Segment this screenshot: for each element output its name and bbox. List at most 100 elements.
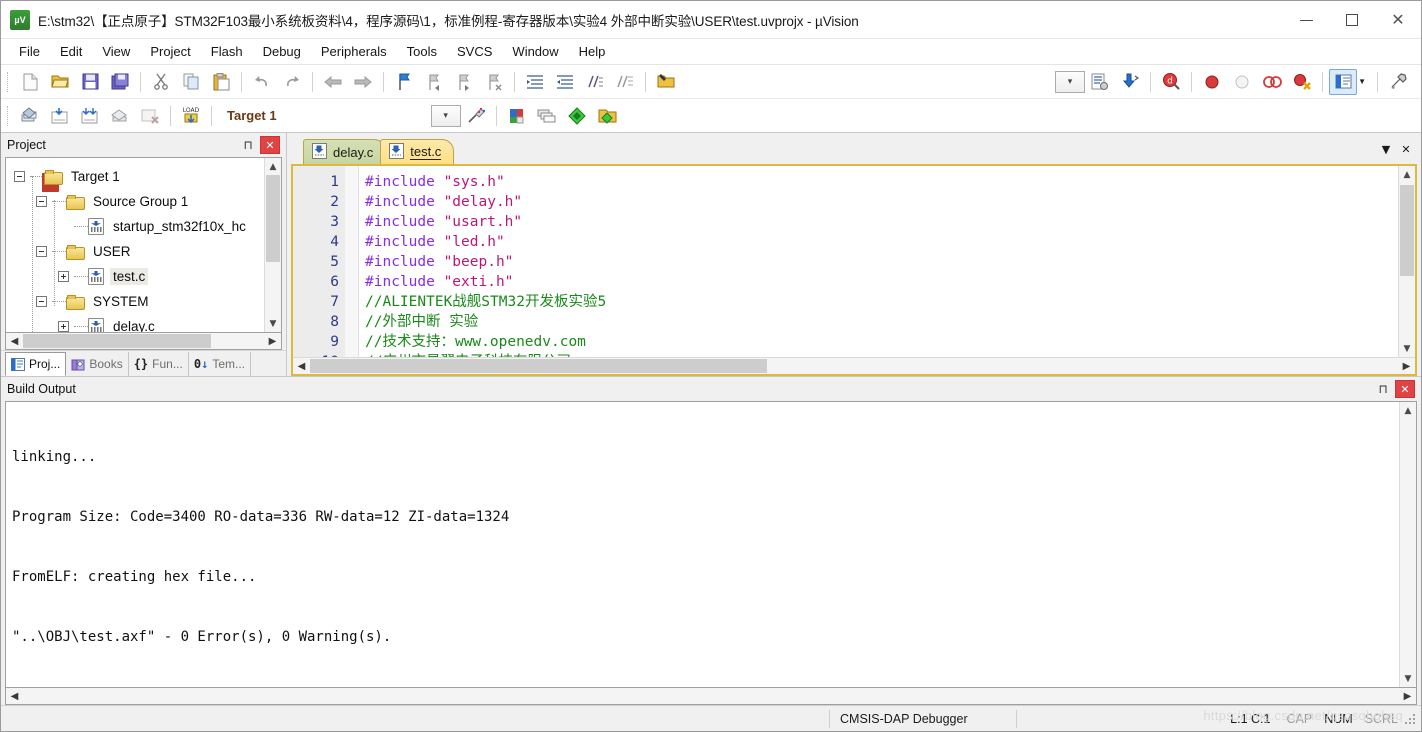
manage-windows-dropdown-icon[interactable]: ▼ [1358,77,1366,86]
target-dropdown-icon[interactable]: ▾ [430,104,461,127]
dropdown-icon[interactable]: ▾ [1055,70,1085,93]
build-output-body[interactable]: linking... Program Size: Code=3400 RO-da… [5,401,1417,688]
start-debug-icon[interactable]: d [1157,69,1185,95]
scroll-up-icon[interactable]: ▲ [1400,402,1416,419]
tree-item-test-c[interactable]: test.c [6,264,264,289]
tree-item-source-group-1[interactable]: Source Group 1 [6,189,264,214]
minimize-button[interactable] [1283,1,1329,39]
indent-icon[interactable] [521,69,549,95]
load-icon[interactable]: LOAD [177,103,205,129]
scroll-thumb[interactable] [1400,185,1414,277]
tab-project[interactable]: Proj... [5,352,67,376]
menu-project[interactable]: Project [140,41,200,62]
code-editor[interactable]: 1 2 3 4 5 6 7 8 9 10 [291,164,1417,376]
project-tree-vertical-scrollbar[interactable]: ▲ ▼ [264,158,281,332]
download-icon[interactable] [1116,69,1144,95]
bookmark-clear-icon[interactable] [480,69,508,95]
close-button[interactable]: ✕ [1375,1,1421,39]
batch-build-icon[interactable] [106,103,134,129]
maximize-button[interactable] [1329,1,1375,39]
menu-file[interactable]: File [9,41,50,62]
scroll-right-icon[interactable]: ▶ [264,333,281,349]
toolbar-grip[interactable] [7,71,11,92]
resize-grip[interactable] [1404,711,1418,726]
scroll-track[interactable] [23,688,1399,704]
cut-icon[interactable] [147,69,175,95]
editor-tab-test-c[interactable]: test.c [380,139,455,164]
tree-item-delay-c[interactable]: delay.c [6,314,264,332]
expander-minus-icon[interactable] [36,296,47,307]
expander-minus-icon[interactable] [14,171,25,182]
code-vertical-scrollbar[interactable]: ▲ ▼ [1398,166,1415,357]
menu-help[interactable]: Help [569,41,616,62]
scroll-down-icon[interactable]: ▼ [1399,340,1415,357]
project-tree-horizontal-scrollbar[interactable]: ◀ ▶ [5,333,282,350]
scroll-track[interactable] [310,358,1398,374]
pin-icon[interactable]: ⊓ [238,135,258,155]
stop-build-icon[interactable] [136,103,164,129]
kill-all-breakpoints-icon[interactable] [1288,69,1316,95]
bookmark-next-icon[interactable] [450,69,478,95]
scroll-track[interactable] [265,175,281,315]
tab-books[interactable]: Books [66,352,129,376]
tree-item-target-1[interactable]: Target 1 [6,164,264,189]
scroll-right-icon[interactable]: ▶ [1398,358,1415,374]
bookmark-toggle-icon[interactable] [390,69,418,95]
open-folder-window-icon[interactable] [652,69,680,95]
build-output-vertical-scrollbar[interactable]: ▲ ▼ [1399,402,1416,687]
tab-list-dropdown-icon[interactable]: ▼ [1377,140,1395,158]
scroll-down-icon[interactable]: ▼ [265,315,281,332]
copy-icon[interactable] [177,69,205,95]
configure-target-icon[interactable] [1086,69,1114,95]
comment-icon[interactable] [581,69,609,95]
scroll-left-icon[interactable]: ◀ [6,688,23,704]
tab-templates[interactable]: 0 ↓ Tem... [189,352,251,376]
pin-icon[interactable]: ⊓ [1373,379,1393,399]
translate-icon[interactable] [16,103,44,129]
manage-project-items-icon[interactable] [503,103,531,129]
save-icon[interactable] [76,69,104,95]
expander-plus-icon[interactable] [58,271,69,282]
menu-svcs[interactable]: SVCS [447,41,502,62]
tab-functions[interactable]: {} Fun... [129,352,189,376]
multi-project-icon[interactable] [593,103,621,129]
rebuild-icon[interactable] [76,103,104,129]
scroll-left-icon[interactable]: ◀ [6,333,23,349]
manage-run-time-env-icon[interactable] [533,103,561,129]
code-text[interactable]: #include "sys.h" #include "delay.h" #inclu… [359,166,1398,357]
scroll-track[interactable] [1399,183,1415,340]
uncomment-icon[interactable] [611,69,639,95]
scroll-thumb[interactable] [23,334,211,348]
tree-item-system[interactable]: SYSTEM [6,289,264,314]
build-output-horizontal-scrollbar[interactable]: ◀ ▶ [5,688,1417,705]
open-file-icon[interactable] [46,69,74,95]
menu-debug[interactable]: Debug [253,41,311,62]
menu-window[interactable]: Window [502,41,568,62]
menu-flash[interactable]: Flash [201,41,253,62]
save-all-icon[interactable] [106,69,134,95]
undo-icon[interactable] [248,69,276,95]
build-output-close-icon[interactable]: ✕ [1395,380,1415,398]
code-folding-bar[interactable] [345,166,359,357]
configure-icon[interactable] [1384,69,1412,95]
navigate-forward-icon[interactable] [349,69,377,95]
scroll-right-icon[interactable]: ▶ [1399,688,1416,704]
scroll-left-icon[interactable]: ◀ [293,358,310,374]
scroll-down-icon[interactable]: ▼ [1400,670,1416,687]
tab-close-icon[interactable]: ✕ [1397,140,1415,158]
new-file-icon[interactable] [16,69,44,95]
scroll-track[interactable] [1400,419,1416,670]
scroll-track[interactable] [23,333,264,349]
code-horizontal-scrollbar[interactable]: ◀ ▶ [293,357,1415,374]
redo-icon[interactable] [278,69,306,95]
project-panel-close-icon[interactable]: ✕ [260,136,280,154]
menu-edit[interactable]: Edit [50,41,92,62]
tree-item-startup-stm32f10x[interactable]: startup_stm32f10x_hc [6,214,264,239]
options-for-target-icon[interactable] [462,103,490,129]
toolbar-grip[interactable] [7,105,11,126]
insert-breakpoint-icon[interactable] [1198,69,1226,95]
paste-icon[interactable] [207,69,235,95]
manage-windows-icon[interactable]: ▼ [1329,68,1366,95]
disable-breakpoint-icon[interactable] [1228,69,1256,95]
pack-installer-icon[interactable] [563,103,591,129]
